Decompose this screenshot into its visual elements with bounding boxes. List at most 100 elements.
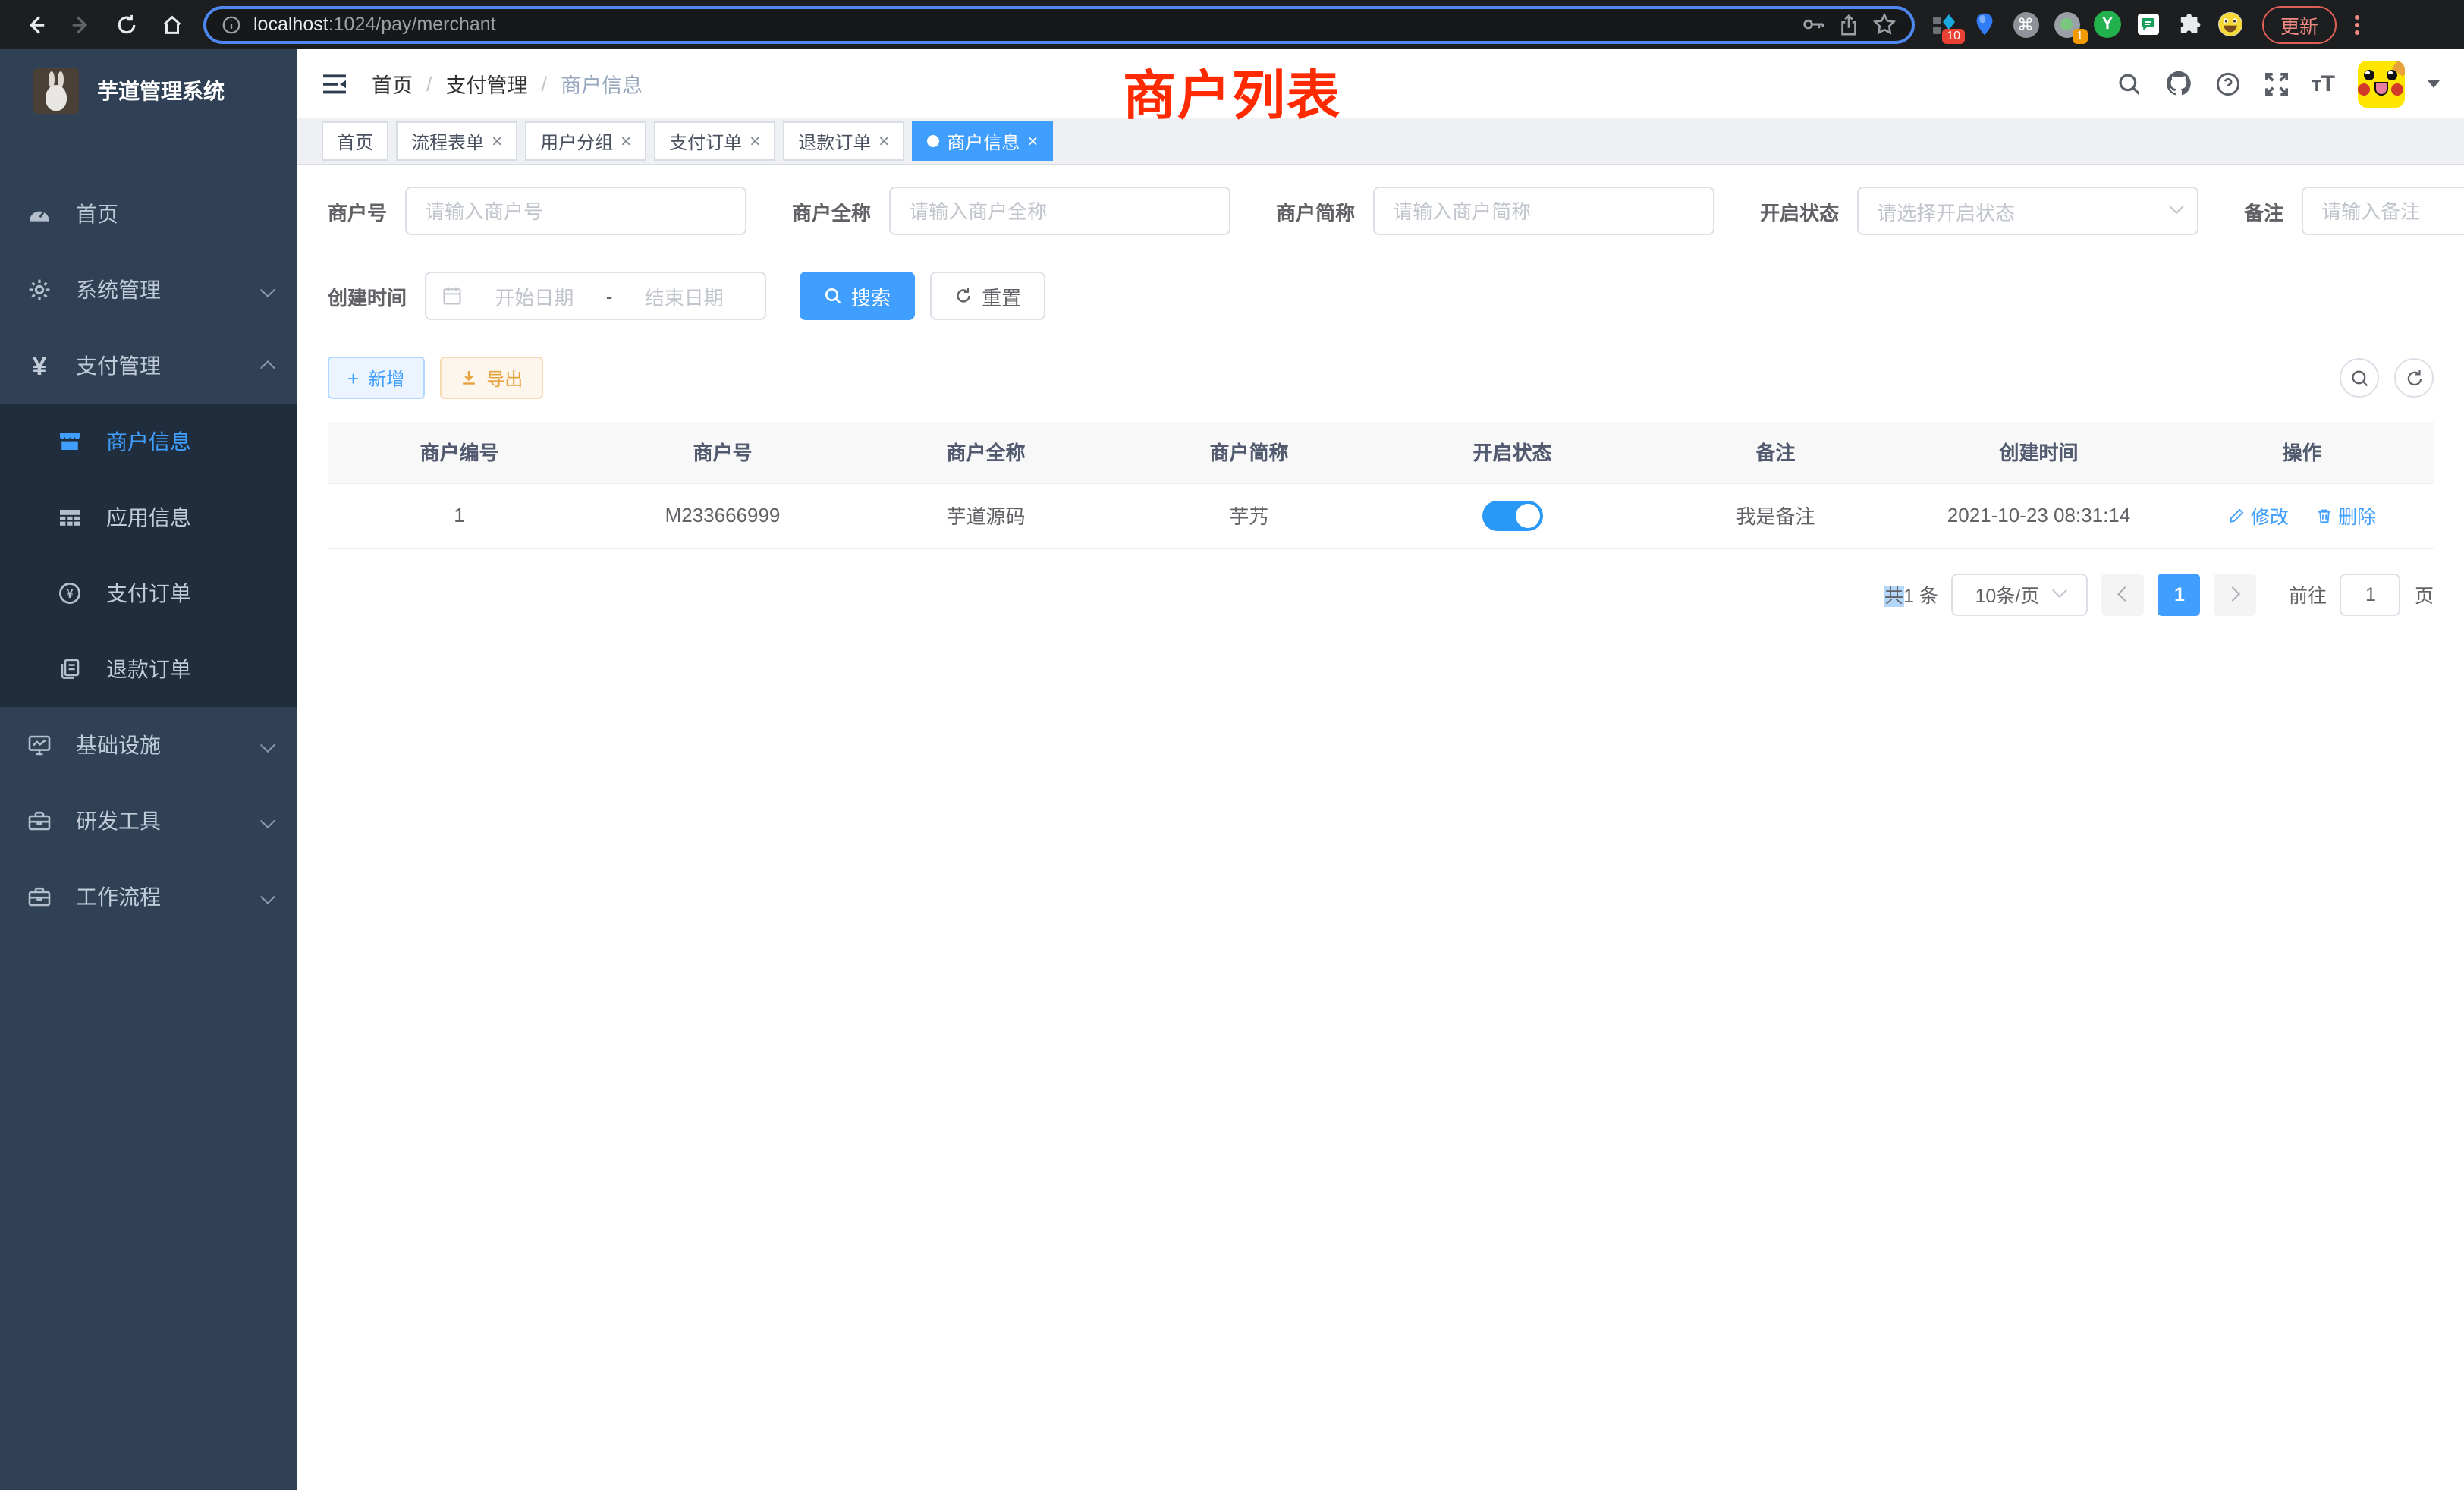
tab-label: 流程表单: [411, 128, 484, 154]
browser-menu-icon[interactable]: [2346, 14, 2367, 34]
tab-label: 首页: [337, 128, 373, 154]
search-form-row-1: 商户号 商户全称 商户简称 开启状态 请选择开启状态: [328, 187, 2434, 235]
status-select[interactable]: 请选择开启状态: [1857, 187, 2198, 235]
help-icon[interactable]: [2214, 71, 2240, 96]
short-name-input[interactable]: [1373, 187, 1714, 235]
tab-refund-order[interactable]: 退款订单 ×: [783, 121, 904, 161]
back-icon[interactable]: [15, 5, 55, 44]
reset-button[interactable]: 重置: [930, 272, 1045, 320]
sidebar-item-system[interactable]: 系统管理: [0, 252, 297, 328]
merchant-no-input[interactable]: [405, 187, 746, 235]
close-icon[interactable]: ×: [1027, 132, 1038, 150]
cell-short-name: 芋艿: [1117, 483, 1381, 548]
update-button[interactable]: 更新: [2262, 5, 2337, 43]
extension-command-icon[interactable]: ⌘: [2012, 11, 2039, 38]
tab-merchant-info[interactable]: 商户信息×: [912, 121, 1053, 161]
logo-rabbit-image: [33, 68, 79, 114]
sidebar-item-merchant-info[interactable]: 商户信息: [0, 404, 297, 479]
extension-diamond-icon[interactable]: 10: [1930, 11, 1957, 38]
page-suffix: 页: [2415, 580, 2434, 608]
breadcrumb-home[interactable]: 首页: [372, 68, 413, 99]
refresh-button[interactable]: [2394, 358, 2434, 398]
search-button[interactable]: 搜索: [800, 272, 915, 320]
app: 芋道管理系统 首页 系统管理 ¥: [0, 49, 2464, 1490]
tab-label: 退款订单: [798, 128, 871, 154]
sidebar-item-refund-order[interactable]: 退款订单: [0, 631, 297, 707]
sidebar-item-devtools[interactable]: 研发工具: [0, 783, 297, 859]
navbar-right: TT: [2116, 60, 2440, 107]
export-button[interactable]: 导出: [439, 357, 542, 399]
tab-user-group[interactable]: 用户分组 ×: [525, 121, 646, 161]
sidebar-item-home[interactable]: 首页: [0, 176, 297, 252]
form-item-create-time: 创建时间 开始日期 - 结束日期: [328, 272, 766, 320]
chevron-down-icon: [2052, 582, 2067, 597]
forward-icon[interactable]: [61, 5, 100, 44]
grid-icon: [58, 505, 82, 530]
sidebar-item-workflow[interactable]: 工作流程: [0, 859, 297, 935]
extension-pin-icon[interactable]: [1971, 11, 1998, 38]
bookmark-star-icon[interactable]: [1872, 12, 1897, 36]
full-name-input[interactable]: [889, 187, 1230, 235]
close-icon[interactable]: ×: [878, 132, 889, 150]
yen-icon: ¥: [27, 353, 52, 379]
remark-input[interactable]: [2302, 187, 2464, 235]
col-header: 商户号: [591, 422, 854, 483]
extension-record-icon[interactable]: 1: [2053, 11, 2080, 38]
extension-y-icon[interactable]: Y: [2094, 11, 2121, 38]
tab-label: 用户分组: [540, 128, 613, 154]
extension-emoji-icon[interactable]: [2217, 11, 2244, 38]
extensions-puzzle-icon[interactable]: [2176, 11, 2203, 38]
sidebar-logo[interactable]: 芋道管理系统: [0, 49, 297, 134]
date-range-picker[interactable]: 开始日期 - 结束日期: [425, 272, 766, 320]
extension-chat-icon[interactable]: [2135, 11, 2162, 38]
sidebar-item-app-info[interactable]: 应用信息: [0, 479, 297, 555]
reload-icon[interactable]: [106, 5, 146, 44]
sidebar-item-pay-order[interactable]: ¥ 支付订单: [0, 555, 297, 631]
page-number-1[interactable]: 1: [2158, 573, 2201, 615]
add-button[interactable]: + 新增: [328, 357, 424, 399]
table-row[interactable]: 1 M233666999 芋道源码 芋艿 我是备注 2021-10-23 08:…: [328, 483, 2434, 548]
url-bar[interactable]: localhost:1024/pay/merchant: [203, 5, 1915, 43]
page-size-select[interactable]: 10条/页: [1952, 573, 2088, 615]
password-key-icon[interactable]: [1801, 12, 1825, 36]
chevron-down-icon: [262, 733, 273, 757]
github-icon[interactable]: [2164, 70, 2192, 97]
edit-icon: [2228, 506, 2246, 524]
share-icon[interactable]: [1837, 13, 1860, 36]
close-icon[interactable]: ×: [621, 132, 631, 150]
add-button-label: 新增: [368, 365, 404, 391]
status-toggle[interactable]: [1482, 500, 1543, 530]
goto-page-input[interactable]: [2340, 573, 2401, 615]
next-page-button[interactable]: [2214, 573, 2257, 615]
delete-link[interactable]: 删除: [2315, 501, 2376, 530]
sidebar-item-pay[interactable]: ¥ 支付管理: [0, 328, 297, 404]
gear-icon: [27, 278, 52, 302]
main-area: 首页 / 支付管理 / 商户信息: [297, 49, 2464, 1490]
calendar-icon: [442, 285, 463, 306]
right-toolbar: [2340, 358, 2434, 398]
search-icon[interactable]: [2116, 71, 2142, 96]
tab-process-form[interactable]: 流程表单 ×: [396, 121, 517, 161]
close-icon[interactable]: ×: [492, 132, 502, 150]
edit-link[interactable]: 修改: [2228, 501, 2289, 530]
prev-page-button[interactable]: [2102, 573, 2145, 615]
close-icon[interactable]: ×: [750, 132, 760, 150]
delete-link-label: 删除: [2338, 501, 2376, 530]
avatar[interactable]: [2358, 60, 2405, 107]
font-size-icon[interactable]: TT: [2312, 71, 2335, 96]
site-info-icon[interactable]: [222, 14, 241, 34]
field-label: 备注: [2244, 196, 2283, 225]
home-icon[interactable]: [152, 5, 191, 44]
app-title: 芋道管理系统: [97, 76, 225, 106]
form-item-merchant-no: 商户号: [328, 187, 746, 235]
fullscreen-icon[interactable]: [2263, 71, 2289, 96]
breadcrumb-pay[interactable]: 支付管理: [446, 68, 528, 99]
breadcrumb-separator: /: [426, 72, 432, 95]
tab-pay-order[interactable]: 支付订单×: [654, 121, 775, 161]
show-search-button[interactable]: [2340, 358, 2379, 398]
tab-home[interactable]: 首页: [322, 121, 388, 161]
sidebar-item-infra[interactable]: 基础设施: [0, 707, 297, 783]
col-header: 商户编号: [328, 422, 591, 483]
sidebar-fold-icon[interactable]: [322, 72, 347, 95]
avatar-caret-icon[interactable]: [2428, 80, 2440, 87]
